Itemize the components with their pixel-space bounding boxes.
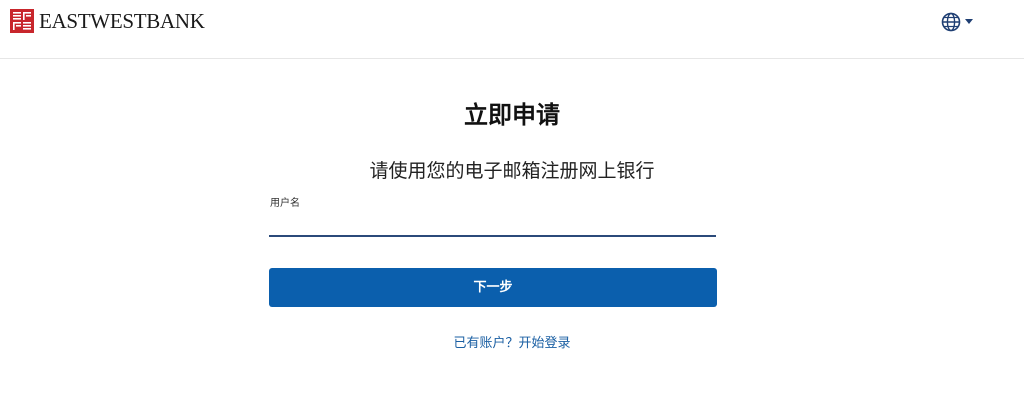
language-selector[interactable] [941,12,973,32]
username-input[interactable] [269,211,716,237]
globe-icon [941,12,961,32]
caret-down-icon [965,19,973,24]
bank-logo-mark-icon [10,9,34,33]
page-title: 立即申请 [464,101,560,129]
top-header: EASTWESTBANK [0,0,1024,59]
username-label: 用户名 [270,198,300,209]
page-subtitle: 请使用您的电子邮箱注册网上银行 [369,160,655,182]
bank-logo[interactable]: EASTWESTBANK [10,9,205,33]
brand-name: EASTWESTBANK [39,9,205,33]
existing-account-signin-link[interactable]: 已有账户？开始登录 [0,335,1024,353]
next-step-button[interactable]: 下一步 [269,268,717,307]
signup-panel: 立即申请 请使用您的电子邮箱注册网上银行 用户名 下一步 已有账户？开始登录 [0,59,1024,393]
